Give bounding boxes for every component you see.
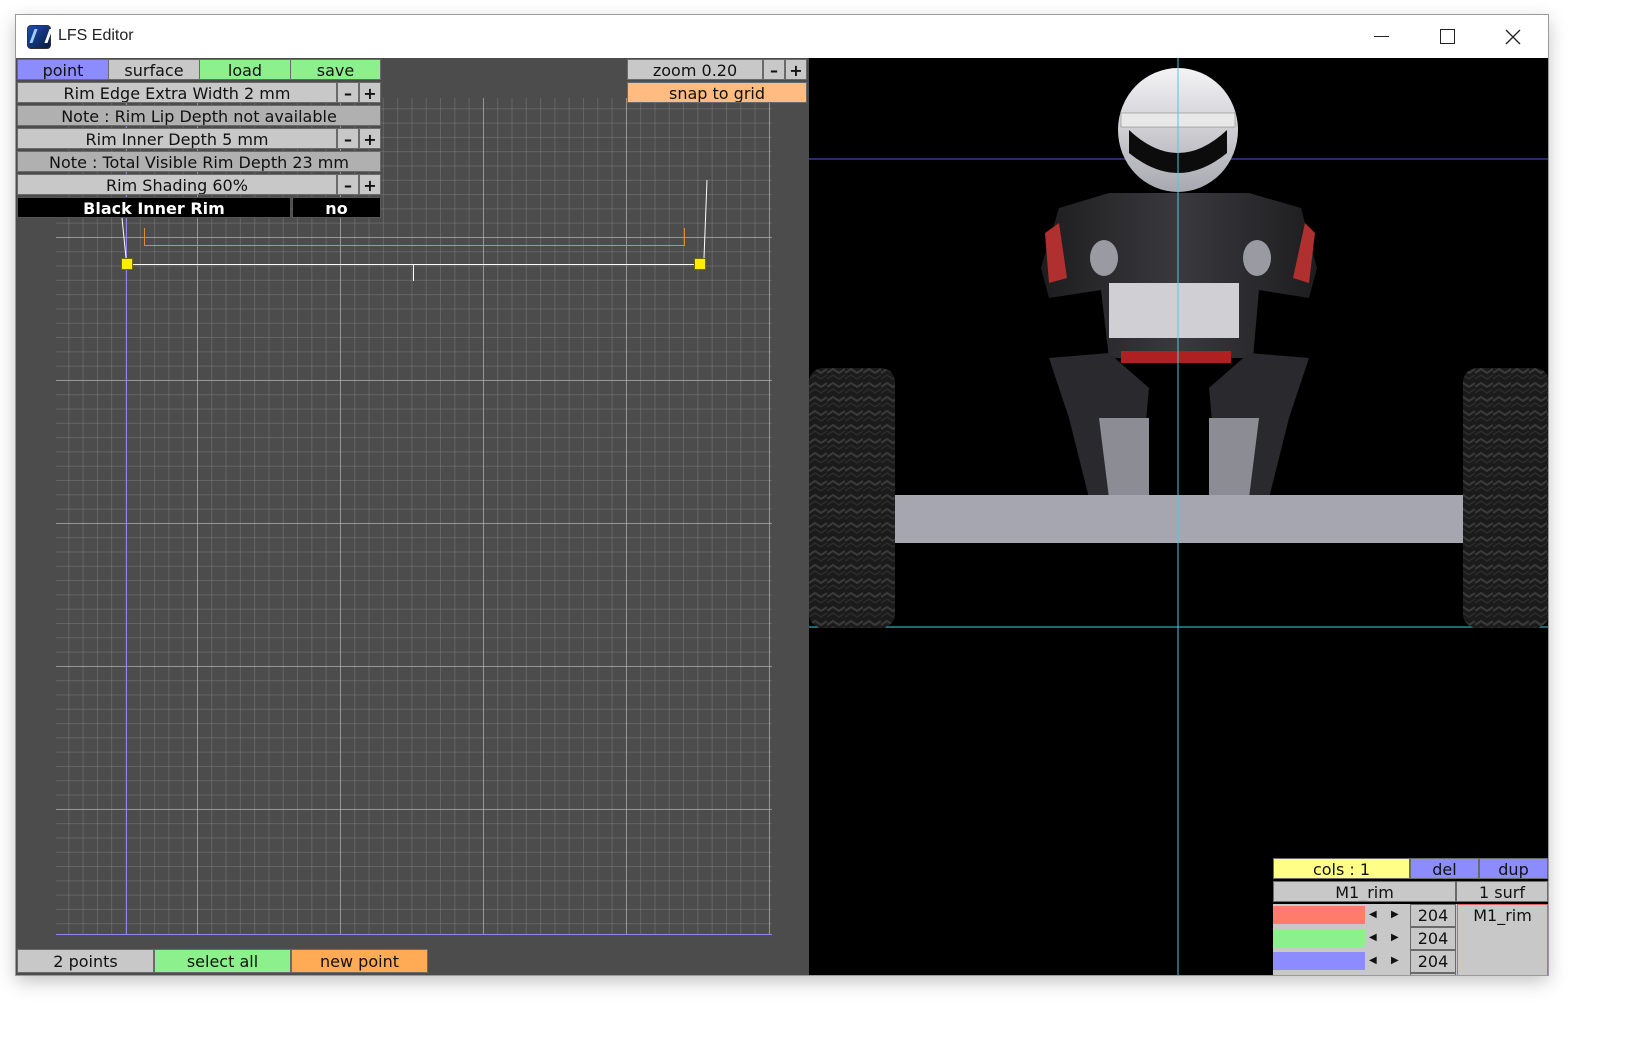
point-actions-bar: 2 points select all new point (17, 949, 429, 973)
red-slider[interactable] (1273, 906, 1365, 924)
minimize-icon (1373, 36, 1389, 37)
lfs-app-icon (27, 25, 51, 49)
surface-count: 1 surf (1456, 881, 1548, 902)
rim-inner-plus-button[interactable]: + (359, 128, 381, 149)
rim-edge-plus-button[interactable]: + (359, 82, 381, 103)
profile-point[interactable] (121, 258, 133, 270)
mode-tabs: point surface load save (17, 59, 381, 82)
axle-bar (895, 495, 1463, 543)
surface-table: cols : 1 del dup M1_rim 1 surf ◀ ▶ ◀ ▶ ◀ (1273, 858, 1548, 975)
wheel-profile-editor[interactable]: point surface load save Rim Edge Extra W… (16, 58, 809, 975)
preview-scene (809, 58, 1548, 975)
arrow-right-icon[interactable]: ▶ (1391, 932, 1399, 943)
total-rim-depth-note: Note : Total Visible Rim Depth 23 mm (17, 151, 381, 172)
rim-inner-minus-button[interactable]: – (337, 128, 359, 149)
surface-name[interactable]: M1_rim (1273, 881, 1456, 902)
close-button[interactable] (1480, 15, 1546, 58)
select-all-button[interactable]: select all (154, 949, 291, 973)
rim-shading-minus-button[interactable]: – (337, 174, 359, 195)
green-slider[interactable] (1273, 929, 1365, 947)
profile-point[interactable] (694, 258, 706, 270)
window-title: LFS Editor (58, 27, 134, 44)
arrow-right-icon[interactable]: ▶ (1391, 909, 1399, 920)
alpha-value: 204 (1410, 973, 1456, 975)
black-inner-row: Black Inner Rim no (17, 197, 381, 220)
black-inner-rim-label: Black Inner Rim (17, 197, 291, 218)
title-bar: LFS Editor (16, 15, 1548, 58)
lfs-editor-window: LFS Editor point surface load save Rim E… (16, 15, 1548, 975)
red-value: 204 (1410, 904, 1456, 927)
left-glove (1090, 240, 1118, 276)
rim-shading-row: Rim Shading 60% – + (17, 174, 381, 197)
zoom-out-button[interactable]: – (763, 59, 785, 80)
blue-slider[interactable] (1273, 952, 1365, 970)
maximize-button[interactable] (1414, 15, 1480, 58)
slider-arrows: ◀ ▶ ◀ ▶ ◀ ▶ ◀ ▶ (1365, 904, 1409, 975)
close-icon (1505, 29, 1521, 44)
rim-properties-panel: point surface load save Rim Edge Extra W… (17, 59, 381, 220)
zoom-in-button[interactable]: + (785, 59, 807, 80)
3d-preview-viewport[interactable]: cols : 1 del dup M1_rim 1 surf ◀ ▶ ◀ ▶ ◀ (809, 58, 1548, 975)
right-tyre (1463, 368, 1548, 628)
snap-to-grid-toggle[interactable]: snap to grid (627, 82, 807, 103)
arrow-left-icon[interactable]: ◀ (1369, 932, 1377, 943)
rim-edge-width-label: Rim Edge Extra Width 2 mm (17, 82, 337, 103)
chest-logo-panel (1109, 283, 1239, 338)
arrow-left-icon[interactable]: ◀ (1369, 955, 1377, 966)
rim-shading-label: Rim Shading 60% (17, 174, 337, 195)
load-button[interactable]: load (199, 59, 291, 80)
rim-inner-row: Rim Inner Depth 5 mm – + (17, 128, 381, 151)
black-inner-rim-toggle[interactable]: no (292, 197, 381, 218)
rim-inner-depth-label: Rim Inner Depth 5 mm (17, 128, 337, 149)
rim-edge-minus-button[interactable]: – (337, 82, 359, 103)
delete-surface-button[interactable]: del (1410, 858, 1479, 879)
note-total-row: Note : Total Visible Rim Depth 23 mm (17, 151, 381, 174)
maximize-icon (1439, 29, 1455, 44)
duplicate-surface-button[interactable]: dup (1479, 858, 1548, 879)
zoom-controls: zoom 0.20 – + snap to grid (627, 59, 809, 105)
zoom-level: zoom 0.20 (627, 59, 763, 80)
right-glove (1243, 240, 1271, 276)
rim-shading-plus-button[interactable]: + (359, 174, 381, 195)
minimize-button[interactable] (1348, 15, 1414, 58)
point-count: 2 points (17, 949, 154, 973)
blue-value: 204 (1410, 950, 1456, 973)
surface-list[interactable]: M1_rim L ◀ ▶ (1457, 904, 1548, 975)
color-sliders: ◀ ▶ ◀ ▶ ◀ ▶ ◀ ▶ 204 204 204 204 M1_rim L… (1273, 904, 1548, 975)
columns-count[interactable]: cols : 1 (1273, 858, 1410, 879)
tab-surface[interactable]: surface (108, 59, 200, 80)
rim-edge-row: Rim Edge Extra Width 2 mm – + (17, 82, 381, 105)
arrow-right-icon[interactable]: ▶ (1391, 955, 1399, 966)
arrow-left-icon[interactable]: ◀ (1369, 909, 1377, 920)
surface-list-item[interactable]: M1_rim (1458, 905, 1547, 927)
green-value: 204 (1410, 927, 1456, 950)
note-lip-row: Note : Rim Lip Depth not available (17, 105, 381, 128)
left-tyre (809, 368, 895, 628)
save-button[interactable]: save (290, 59, 381, 80)
rim-lip-note: Note : Rim Lip Depth not available (17, 105, 381, 126)
tab-point[interactable]: point (17, 59, 109, 80)
new-point-button[interactable]: new point (291, 949, 428, 973)
